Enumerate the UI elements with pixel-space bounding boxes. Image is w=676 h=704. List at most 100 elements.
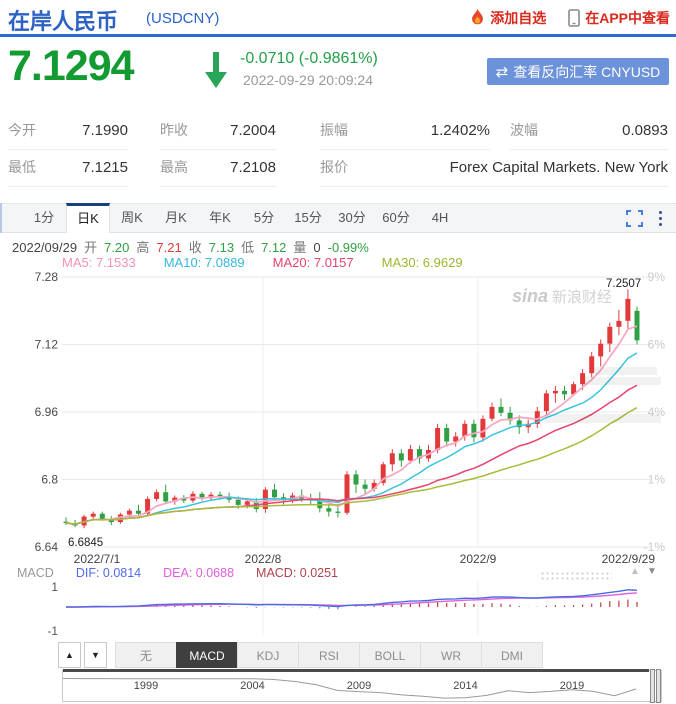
x-tick: 2022/7/1 [74, 552, 121, 566]
up-triangle-icon[interactable]: ▲ [630, 566, 640, 577]
stat-label: 报价 [320, 157, 348, 177]
add-watchlist-button[interactable]: 添加自选 [470, 8, 546, 28]
period-tabs: 1分日K周K月K年K5分15分30分60分4H [22, 203, 462, 233]
view-in-app-button[interactable]: 在APP中查看 [568, 8, 670, 28]
info-segment: MA30: 6.9629 [382, 255, 463, 270]
header: 在岸人民币 (USDCNY) 添加自选 在APP中查看 [0, 0, 676, 37]
stat-label: 最低 [8, 157, 36, 177]
reverse-rate-button[interactable]: ⇄ 查看反向汇率 CNYUSD [487, 58, 669, 85]
info-segment: MA10: 7.0889 [164, 255, 245, 270]
navigator-year: 2014 [453, 680, 477, 692]
highlight-band [585, 377, 661, 385]
price-change: -0.0710 (-0.9861%) [240, 50, 378, 68]
period-tab-30分[interactable]: 30分 [330, 203, 374, 233]
sina-watermark: sina新浪财经 [512, 286, 612, 307]
indicator-tab-BOLL[interactable]: BOLL [359, 642, 421, 668]
kebab-menu-icon[interactable] [659, 209, 662, 227]
stat-open: 今开 7.1990 [8, 112, 128, 150]
svg-text:-1: -1 [47, 624, 58, 638]
indicator-down-button[interactable]: ▼ [84, 642, 107, 668]
indicator-tabs: 无MACDKDJRSIBOLLWRDMI [116, 642, 543, 668]
drag-dots [540, 571, 612, 580]
indicator-up-button[interactable]: ▲ [58, 642, 81, 668]
stat-value: 7.1990 [82, 122, 128, 139]
highlight-band [545, 414, 661, 423]
stat-label: 振幅 [320, 120, 348, 140]
info-segment: 开 [84, 240, 97, 255]
navigator-year: 1999 [134, 680, 158, 692]
down-triangle-icon[interactable]: ▼ [647, 566, 657, 577]
stat-label: 波幅 [510, 120, 538, 140]
svg-text:1: 1 [51, 581, 58, 594]
svg-text:7.28: 7.28 [35, 270, 59, 284]
indicator-tab-WR[interactable]: WR [420, 642, 482, 668]
info-segment: 7.13 [209, 240, 234, 255]
x-tick: 2022/9 [460, 552, 497, 566]
stat-value: 7.1215 [82, 159, 128, 176]
indicator-tab-无[interactable]: 无 [115, 642, 177, 668]
period-tab-年K[interactable]: 年K [198, 203, 242, 233]
x-axis-labels: 2022/7/12022/82022/92022/9/29 [0, 552, 676, 567]
info-segment: 低 [241, 240, 254, 255]
ohlc-info-line: 2022/09/29开7.20高7.21收7.13低7.12量0-0.99% [12, 237, 376, 256]
stat-label: 今开 [8, 120, 36, 140]
stat-range: 波幅0.0893 [510, 112, 668, 150]
info-segment: -0.99% [328, 240, 369, 255]
ma-info-line: MA5: 7.1533 MA10: 7.0889 MA20: 7.0157 MA30:… [62, 255, 491, 270]
stats-table: 今开 7.1990 昨收 7.2004 振幅 1.2402% 波幅0.0893 最低 7.121… [8, 112, 668, 186]
period-tab-月K[interactable]: 月K [154, 203, 198, 233]
current-price: 7.1294 [8, 42, 134, 91]
period-tab-60分[interactable]: 60分 [374, 203, 418, 233]
info-segment: MA5: 7.1533 [62, 255, 136, 270]
info-segment: 7.21 [156, 240, 181, 255]
quote-timestamp: 2022-09-29 20:09:24 [243, 72, 373, 88]
indicator-tab-KDJ[interactable]: KDJ [237, 642, 299, 668]
svg-text:6.8: 6.8 [41, 473, 58, 487]
period-tab-4H[interactable]: 4H [418, 203, 462, 233]
swap-icon: ⇄ [496, 63, 509, 81]
stat-prev-close: 昨收 7.2004 [160, 112, 276, 150]
stat-value: 7.2004 [230, 122, 276, 139]
svg-text:6%: 6% [648, 338, 666, 352]
left-accent [0, 203, 2, 233]
fullscreen-icon[interactable] [626, 210, 643, 227]
navigator-year: 2004 [240, 680, 264, 692]
info-segment: 收 [189, 240, 202, 255]
info-segment: MACD [17, 566, 54, 580]
period-tab-周K[interactable]: 周K [110, 203, 154, 233]
down-arrow-icon [205, 52, 227, 88]
macd-labels: MACDDIF: 0.0814DEA: 0.0688MACD: 0.0251 [17, 566, 360, 580]
info-segment: MA20: 7.0157 [273, 255, 354, 270]
indicator-tab-MACD[interactable]: MACD [176, 642, 238, 668]
navigator-handle-right[interactable] [656, 669, 661, 703]
stat-amplitude: 振幅 1.2402% [320, 112, 490, 150]
history-navigator[interactable]: 19992004200920142019 [62, 670, 662, 702]
svg-text:9%: 9% [648, 270, 666, 284]
period-tab-1分[interactable]: 1分 [22, 203, 66, 233]
highlight-band [595, 367, 657, 375]
period-tab-15分[interactable]: 15分 [286, 203, 330, 233]
period-tab-日K[interactable]: 日K [66, 203, 110, 233]
info-segment: MACD: 0.0251 [256, 566, 338, 580]
indicator-tab-DMI[interactable]: DMI [481, 642, 543, 668]
symbol-label: (USDCNY) [146, 10, 219, 27]
period-tab-5分[interactable]: 5分 [242, 203, 286, 233]
stat-value: Forex Capital Markets. New York [450, 159, 668, 176]
x-tick: 2022/8 [245, 552, 282, 566]
stat-value: 1.2402% [431, 122, 490, 139]
info-segment: 7.12 [261, 240, 286, 255]
stat-label: 昨收 [160, 120, 188, 140]
navigator-year-labels: 19992004200920142019 [63, 671, 661, 701]
phone-icon [568, 9, 580, 27]
indicator-tabbar: ▲ ▼ 无MACDKDJRSIBOLLWRDMI [58, 642, 543, 668]
quote-page: 在岸人民币 (USDCNY) 添加自选 在APP中查看 7.1294 [0, 0, 676, 704]
page-title: 在岸人民币 [8, 4, 118, 36]
svg-text:6.96: 6.96 [35, 405, 59, 419]
stat-label: 最高 [160, 157, 188, 177]
navigator-handle-left[interactable] [650, 669, 655, 703]
indicator-tab-RSI[interactable]: RSI [298, 642, 360, 668]
macd-chart[interactable]: 1 -1 [0, 581, 676, 639]
navigator-year: 2019 [560, 680, 584, 692]
info-segment: 高 [136, 240, 149, 255]
stat-low: 最低 7.1215 [8, 149, 128, 187]
